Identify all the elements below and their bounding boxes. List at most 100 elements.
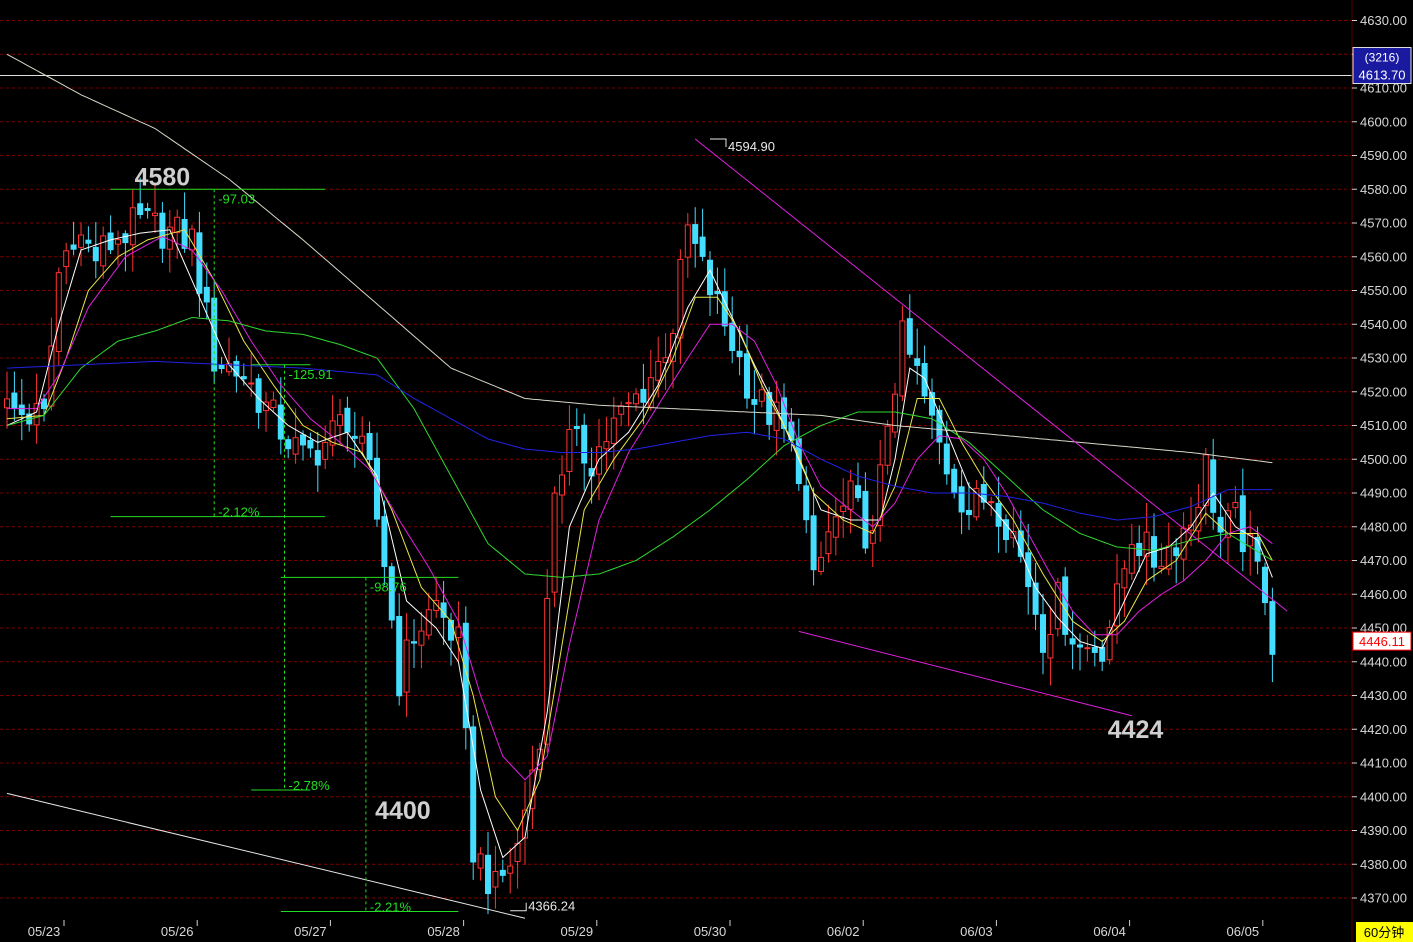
candle-body: [337, 414, 343, 426]
candle-body: [714, 290, 721, 295]
x-tick-label: 05/26: [161, 924, 194, 939]
candle-body: [359, 435, 366, 444]
candle-body: [751, 399, 758, 405]
y-tick-label: 4390.00: [1360, 823, 1407, 838]
measure-change-label: -125.91: [289, 367, 333, 382]
candle-body: [818, 556, 824, 572]
y-tick-label: 4370.00: [1360, 891, 1407, 906]
candle-body: [152, 212, 158, 217]
candle-body: [366, 432, 373, 461]
candle-body: [758, 389, 765, 402]
candle-body: [906, 318, 913, 355]
measure-percent-label: -2.12%: [218, 505, 260, 520]
candle-body: [610, 417, 617, 444]
candle-body: [344, 407, 351, 433]
candle-body: [1084, 647, 1091, 650]
y-tick-label: 4460.00: [1360, 587, 1407, 602]
measure-percent-label: -2.78%: [289, 778, 331, 793]
candle-body: [684, 224, 691, 258]
candle-body: [122, 233, 129, 244]
x-tick-label: 05/23: [28, 924, 61, 939]
x-tick-label: 05/28: [427, 924, 460, 939]
candle-body: [943, 443, 950, 475]
level-annotation: 4400: [375, 797, 431, 825]
x-tick-label: 05/27: [294, 924, 327, 939]
candle-body: [248, 382, 255, 385]
candle-body: [573, 426, 580, 430]
candle-body: [1069, 638, 1076, 645]
level-annotation: 4424: [1108, 716, 1164, 744]
y-tick-label: 4400.00: [1360, 789, 1407, 804]
extreme-price-label: 4594.90: [728, 139, 775, 154]
candle-body: [322, 441, 329, 460]
candle-body: [603, 441, 610, 450]
y-tick-label: 4520.00: [1360, 384, 1407, 399]
timeframe-label: 60分钟: [1364, 925, 1404, 940]
x-tick-label: 06/05: [1227, 924, 1260, 939]
candle-body: [1143, 531, 1150, 557]
current-price-label: 4446.11: [1359, 634, 1405, 649]
candle-body: [1121, 568, 1128, 589]
candle-body: [129, 207, 136, 246]
candle-body: [1210, 459, 1217, 513]
y-tick-label: 4590.00: [1360, 148, 1407, 163]
candle-body: [374, 457, 380, 520]
candle-body: [966, 509, 972, 516]
y-tick-label: 4410.00: [1360, 756, 1407, 771]
candle-body: [559, 474, 565, 496]
candle-body: [566, 428, 573, 472]
candle-body: [1040, 614, 1046, 653]
candle-body: [492, 871, 499, 888]
candle-body: [4, 398, 10, 409]
candle-body: [448, 619, 454, 641]
price-chart[interactable]: -97.03 -2.12% -125.91 -2.78% -98.76 -2.21% 45…: [0, 0, 1413, 942]
y-tick-label: 4560.00: [1360, 249, 1407, 264]
x-tick-label: 06/03: [960, 924, 993, 939]
candle-body: [507, 865, 514, 874]
candle-body: [736, 350, 743, 358]
crosshair-price-label: 4613.70: [1359, 68, 1406, 83]
candle-body: [699, 236, 706, 257]
candle-body: [788, 421, 795, 441]
candle-body: [270, 399, 277, 408]
candle-body: [351, 435, 358, 439]
candle-body: [744, 353, 750, 399]
candle-body: [1232, 502, 1239, 509]
candle-body: [137, 203, 144, 215]
candle-body: [18, 404, 25, 416]
candle-body: [840, 505, 847, 513]
y-tick-label: 4530.00: [1360, 351, 1407, 366]
candle-body: [633, 393, 639, 405]
y-tick-label: 4440.00: [1360, 654, 1407, 669]
candle-body: [70, 244, 77, 250]
chart-background: [0, 0, 1413, 942]
candle-body: [181, 218, 188, 249]
y-tick-label: 4470.00: [1360, 553, 1407, 568]
candle-body: [100, 235, 107, 267]
candle-body: [1077, 644, 1083, 648]
candle-body: [485, 854, 491, 895]
candle-body: [1047, 634, 1054, 659]
x-tick-label: 05/30: [694, 924, 727, 939]
candle-body: [988, 501, 995, 504]
y-tick-label: 4580.00: [1360, 182, 1407, 197]
candle-body: [63, 250, 70, 268]
candle-body: [411, 641, 417, 644]
candle-body: [581, 424, 588, 464]
measure-percent-label: -2.21%: [370, 900, 412, 915]
candle-body: [692, 224, 699, 244]
candle-body: [203, 286, 210, 303]
candle-body: [396, 615, 403, 697]
candle-body: [107, 232, 114, 251]
candle-body: [78, 234, 84, 248]
candle-body: [381, 516, 388, 568]
candle-body: [92, 246, 99, 262]
candle-body: [240, 376, 247, 380]
candle-body: [640, 388, 647, 403]
candle-body: [255, 378, 262, 413]
candle-body: [1202, 454, 1209, 507]
candle-body: [855, 485, 861, 499]
candle-body: [1262, 566, 1268, 604]
candle-body: [803, 485, 810, 521]
y-tick-label: 4600.00: [1360, 114, 1407, 129]
